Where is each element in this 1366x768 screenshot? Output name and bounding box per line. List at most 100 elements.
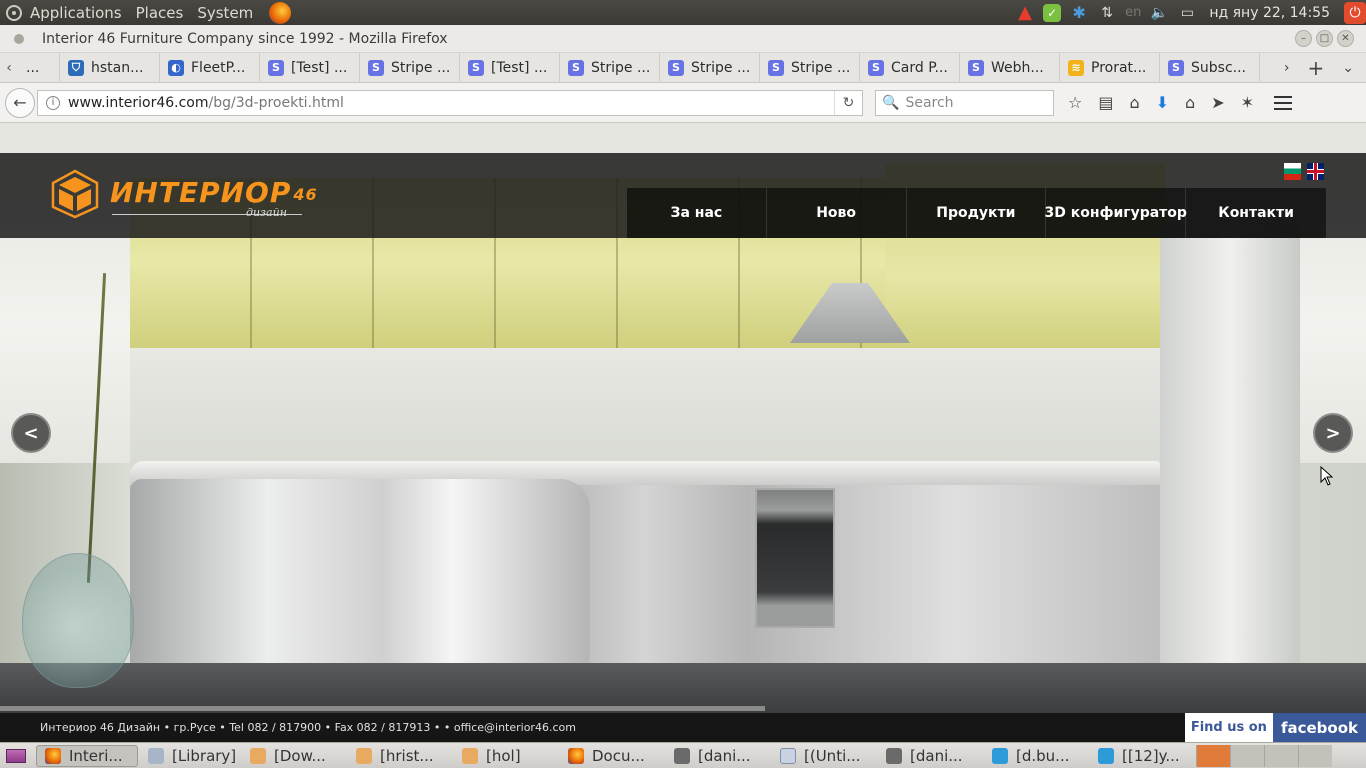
window-title: Interior 46 Furniture Company since 1992… [42, 30, 448, 47]
warning-icon[interactable]: ▲ [1015, 2, 1035, 23]
back-button[interactable]: ← [5, 87, 35, 118]
tab[interactable]: S Stripe ... [360, 52, 460, 83]
workspace-1[interactable] [1196, 744, 1230, 767]
firefox-launcher-icon[interactable] [269, 1, 292, 24]
tab[interactable]: S Stripe ... [660, 52, 760, 83]
stripe-favicon-icon: S [668, 59, 684, 76]
facebook-link[interactable]: Find us on facebook [1184, 713, 1366, 742]
hero-image-backsplash [130, 348, 1160, 468]
chevron-left-icon: < [23, 422, 39, 444]
english-flag-icon[interactable] [1307, 163, 1324, 180]
search-input[interactable]: 🔍 Search [875, 89, 1054, 116]
tab-strip: ‹ ... ⛉ hstan... ◐ FleetP... S [Test] ... S… [0, 52, 1366, 83]
menu-applications[interactable]: Applications [30, 4, 122, 22]
taskbar-item-label: [hrist... [380, 746, 434, 765]
tab[interactable]: S Webh... [960, 52, 1060, 83]
tab-label: Stripe ... [391, 59, 451, 76]
workspace-4[interactable] [1298, 744, 1332, 767]
mouse-cursor-icon [1320, 465, 1334, 490]
stripe-favicon-icon: S [968, 59, 984, 76]
send-icon[interactable]: ➤ [1211, 93, 1224, 112]
home-icon[interactable]: ⌂ [1185, 93, 1195, 112]
taskbar-item[interactable]: [dani... [878, 745, 982, 767]
extension-icon[interactable]: ✶ [1241, 93, 1254, 112]
slider-progress-bar [0, 706, 765, 711]
keyboard-layout-indicator[interactable]: en [1125, 5, 1141, 20]
skype-icon [1098, 747, 1114, 764]
bluetooth-icon[interactable]: ✱ [1069, 3, 1089, 23]
taskbar-item[interactable]: Interi... [36, 744, 138, 767]
taskbar-item[interactable]: [hol] [454, 745, 558, 767]
terminal-icon [674, 747, 690, 764]
taskbar-item[interactable]: Docu... [560, 745, 664, 767]
tab-label: Prorat... [1091, 59, 1147, 76]
tab-label: Stripe ... [591, 59, 651, 76]
hero-image-oven [755, 488, 835, 628]
bookmark-star-icon[interactable]: ☆ [1068, 93, 1082, 112]
download-icon[interactable]: ⬇ [1156, 93, 1169, 112]
minimize-icon[interactable]: – [1295, 30, 1312, 47]
taskbar-item[interactable]: [dani... [666, 745, 770, 767]
slider-prev-button[interactable]: < [11, 413, 51, 453]
tab[interactable]: ⛉ hstan... [60, 52, 160, 83]
power-icon[interactable]: ⏻ [1344, 1, 1366, 24]
volume-icon[interactable]: 🔈 [1149, 3, 1169, 23]
tab-label: [Test] ... [291, 59, 348, 76]
tab-label: Card P... [891, 59, 948, 76]
libreoffice-icon [780, 747, 796, 764]
battery-icon[interactable]: ▭ [1177, 3, 1197, 23]
tab-scroll-right-icon[interactable]: › [1284, 60, 1290, 76]
menu-icon[interactable] [1274, 95, 1292, 110]
nav-item-about[interactable]: За нас [627, 188, 767, 238]
tab-label: Webh... [991, 59, 1044, 76]
taskbar-item[interactable]: [hrist... [348, 745, 452, 767]
menu-system[interactable]: System [197, 4, 253, 22]
tab[interactable]: S Stripe ... [760, 52, 860, 83]
nav-item-3d-configurator[interactable]: 3D конфигуратор [1045, 188, 1187, 238]
tab[interactable]: ◐ FleetP... [160, 52, 260, 83]
url-bar[interactable]: i www.interior46.com/bg/3d-proekti.html … [37, 89, 863, 116]
tab[interactable]: S [Test] ... [260, 52, 360, 83]
new-tab-icon[interactable]: + [1308, 56, 1325, 80]
tab-label: Stripe ... [791, 59, 851, 76]
menu-places[interactable]: Places [136, 4, 184, 22]
site-logo[interactable]: ИНТЕРИОР 46 дизайн [50, 169, 318, 219]
workspace-3[interactable] [1264, 744, 1298, 767]
tab[interactable]: S Subsc... [1160, 52, 1260, 83]
ubuntu-icon[interactable] [6, 4, 22, 21]
taskbar-item[interactable]: [Library] [140, 745, 240, 767]
pocket-icon[interactable]: ⌂ [1129, 93, 1139, 112]
logo-text: ИНТЕРИОР 46 дизайн [110, 178, 318, 220]
tab[interactable]: ... [18, 52, 60, 83]
nav-item-contacts[interactable]: Контакти [1186, 188, 1326, 238]
tab[interactable]: S Stripe ... [560, 52, 660, 83]
chevron-down-icon[interactable]: ⌄ [1342, 60, 1354, 76]
site-info-icon[interactable]: i [46, 95, 60, 110]
reload-icon[interactable]: ↻ [834, 90, 862, 115]
nav-item-products[interactable]: Продукти [907, 188, 1047, 238]
show-desktop-icon[interactable] [6, 748, 26, 763]
tab[interactable]: S Card P... [860, 52, 960, 83]
taskbar-item[interactable]: [d.bu... [984, 745, 1088, 767]
reading-list-icon[interactable]: ▤ [1098, 93, 1113, 112]
fleet-favicon-icon: ◐ [168, 59, 184, 76]
workspace-2[interactable] [1230, 744, 1264, 767]
bulgarian-flag-icon[interactable] [1284, 163, 1301, 180]
taskbar-item[interactable]: [[12]y... [1090, 745, 1194, 767]
taskbar-item[interactable]: [Dow... [242, 745, 346, 767]
update-check-icon[interactable]: ✓ [1043, 3, 1062, 22]
taskbar-item[interactable]: [(Unti... [772, 745, 876, 767]
os-top-panel: Applications Places System ▲ ✓ ✱ ⇅ en 🔈 … [0, 0, 1366, 25]
slider-next-button[interactable]: > [1313, 413, 1353, 453]
nav-item-new[interactable]: Ново [767, 188, 907, 238]
tab[interactable]: S [Test] ... [460, 52, 560, 83]
network-arrows-icon[interactable]: ⇅ [1097, 3, 1117, 23]
clock[interactable]: нд яну 22, 14:55 [1209, 5, 1330, 21]
maximize-icon[interactable]: □ [1316, 30, 1333, 47]
close-icon[interactable]: ✕ [1337, 30, 1354, 47]
tab-scroll-left-icon[interactable]: ‹ [0, 60, 18, 76]
tab-tools: › + ⌄ [1284, 56, 1354, 80]
prorate-favicon-icon: ≋ [1068, 59, 1084, 76]
window-menu-icon[interactable] [14, 33, 24, 44]
tab[interactable]: ≋ Prorat... [1060, 52, 1160, 83]
